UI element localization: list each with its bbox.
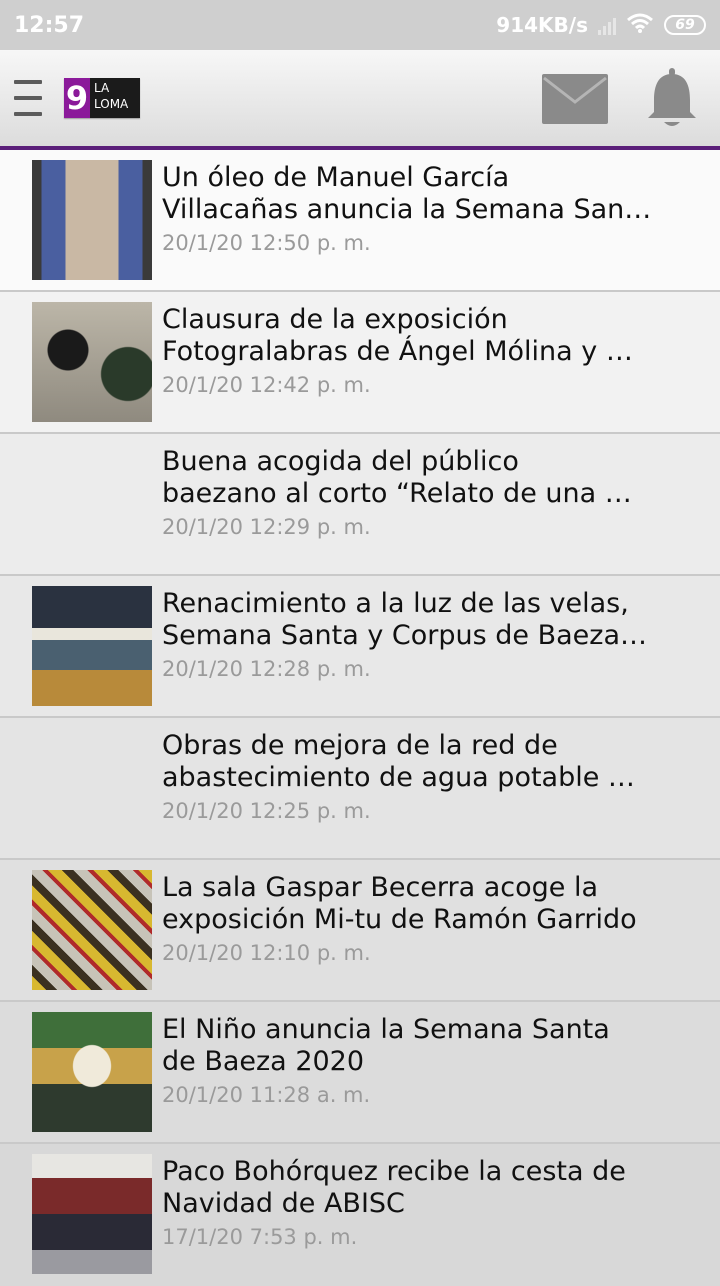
news-date: 20/1/20 12:10 p. m.	[162, 941, 371, 965]
news-thumbnail	[32, 160, 152, 280]
news-list: Un óleo de Manuel García Villacañas anun…	[0, 150, 720, 1286]
status-bar: 12:57 914KB/s 69	[0, 0, 720, 50]
news-item[interactable]: Clausura de la exposición Fotogralabras …	[0, 292, 720, 434]
news-thumbnail	[32, 586, 152, 706]
news-date: 20/1/20 12:28 p. m.	[162, 657, 371, 681]
wifi-icon	[626, 12, 654, 39]
mail-icon[interactable]	[540, 72, 610, 126]
menu-icon[interactable]	[14, 80, 42, 116]
logo-number: 9	[64, 78, 90, 118]
signal-icon	[598, 15, 616, 35]
news-title: La sala Gaspar Becerra acoge la exposici…	[162, 872, 637, 935]
news-date: 20/1/20 12:25 p. m.	[162, 799, 371, 823]
news-item[interactable]: Paco Bohórquez recibe la cesta de Navida…	[0, 1144, 720, 1286]
news-title: Un óleo de Manuel García Villacañas anun…	[162, 162, 652, 225]
news-thumbnail	[32, 870, 152, 990]
logo-text-line-1: LA	[94, 81, 110, 95]
news-date: 20/1/20 12:29 p. m.	[162, 515, 371, 539]
news-title: Buena acogida del público baezano al cor…	[162, 446, 632, 509]
news-date: 17/1/20 7:53 p. m.	[162, 1225, 358, 1249]
news-item[interactable]: Obras de mejora de la red de abastecimie…	[0, 718, 720, 860]
bell-icon[interactable]	[644, 66, 700, 130]
logo-text: LA LOMA	[90, 78, 140, 118]
news-item[interactable]: Renacimiento a la luz de las velas, Sema…	[0, 576, 720, 718]
news-date: 20/1/20 12:50 p. m.	[162, 231, 371, 255]
news-thumbnail	[32, 302, 152, 422]
news-thumbnail	[32, 1012, 152, 1132]
news-title: El Niño anuncia la Semana Santa de Baeza…	[162, 1014, 610, 1077]
logo-text-line-2: LOMA	[94, 97, 129, 111]
news-title: Obras de mejora de la red de abastecimie…	[162, 730, 635, 793]
app-logo[interactable]: 9 LA LOMA	[64, 78, 140, 118]
news-item[interactable]: El Niño anuncia la Semana Santa de Baeza…	[0, 1002, 720, 1144]
news-date: 20/1/20 12:42 p. m.	[162, 373, 371, 397]
news-title: Clausura de la exposición Fotogralabras …	[162, 304, 633, 367]
news-thumbnail	[32, 1154, 152, 1274]
news-date: 20/1/20 11:28 a. m.	[162, 1083, 371, 1107]
news-title: Renacimiento a la luz de las velas, Sema…	[162, 588, 648, 651]
news-item[interactable]: Buena acogida del público baezano al cor…	[0, 434, 720, 576]
news-item[interactable]: Un óleo de Manuel García Villacañas anun…	[0, 150, 720, 292]
status-time: 12:57	[14, 12, 85, 38]
battery-icon: 69	[664, 15, 706, 35]
network-speed: 914KB/s	[496, 13, 588, 37]
news-item[interactable]: La sala Gaspar Becerra acoge la exposici…	[0, 860, 720, 1002]
news-title: Paco Bohórquez recibe la cesta de Navida…	[162, 1156, 626, 1219]
status-right: 914KB/s 69	[496, 12, 706, 39]
